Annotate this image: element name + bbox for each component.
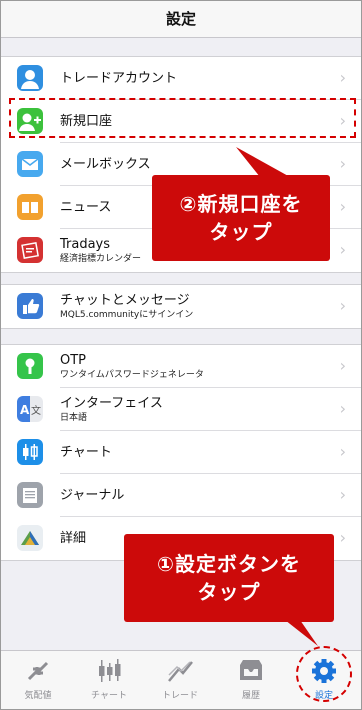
callout-line: ①設定ボタンを [157, 552, 301, 576]
callout-line: タップ [209, 220, 273, 244]
callout-line: ②新規口座を [179, 192, 303, 216]
callout-line: タップ [197, 580, 261, 604]
callout-pointer-new-account [236, 147, 290, 177]
callout-new-account: ②新規口座を タップ [152, 175, 330, 261]
callout-pointer-settings [285, 620, 318, 646]
callout-settings: ①設定ボタンを タップ [124, 534, 334, 622]
